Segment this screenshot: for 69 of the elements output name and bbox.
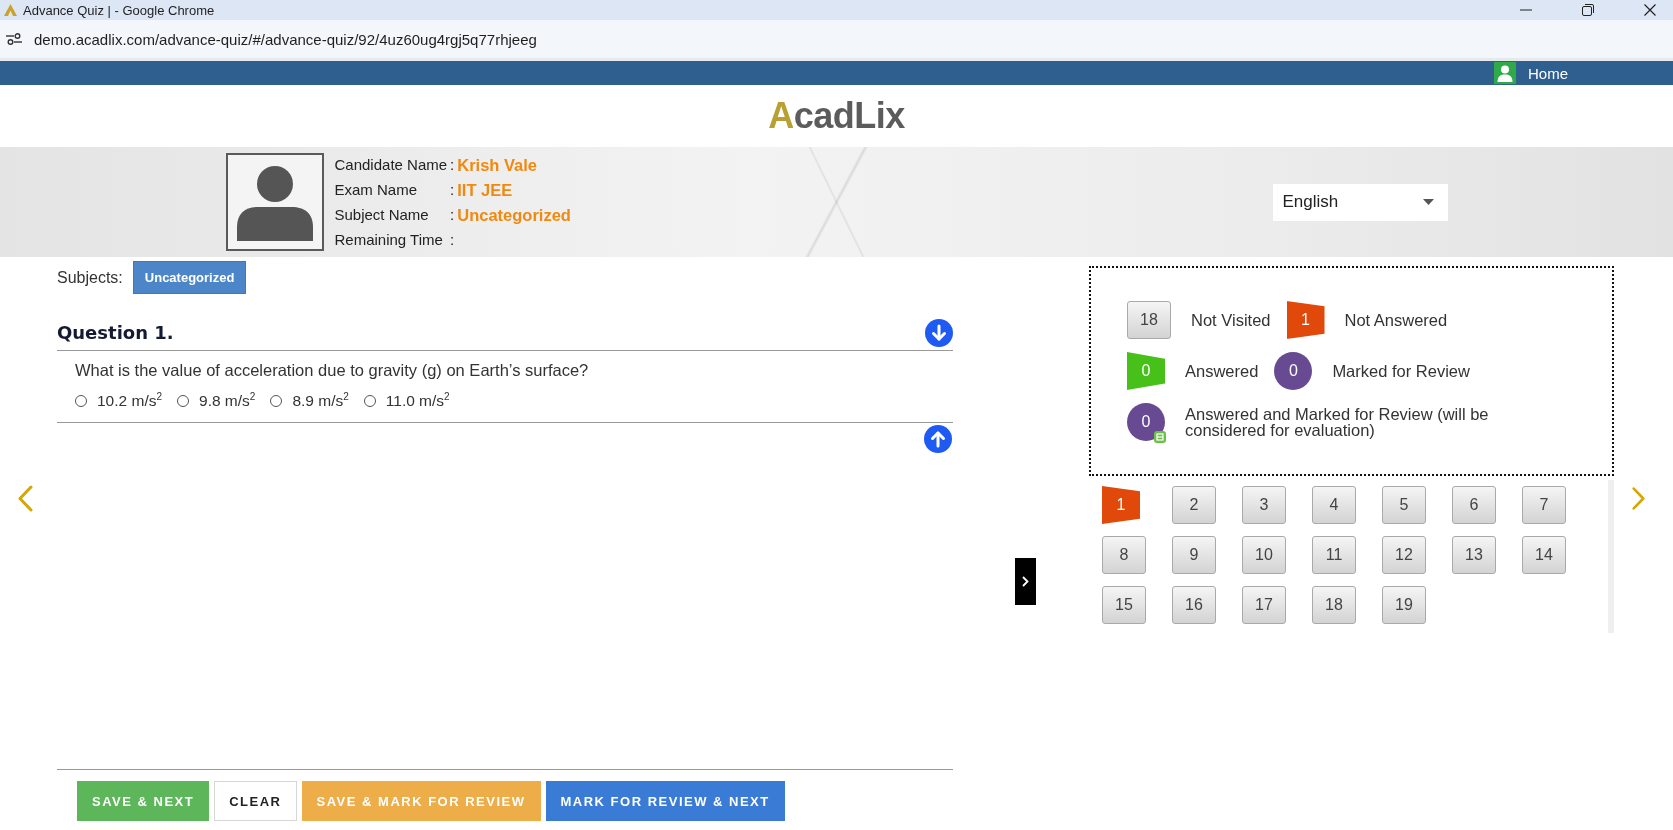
review-marker: 0 — [1274, 352, 1313, 390]
field-value: Uncategorized — [457, 204, 571, 225]
question-number-button[interactable]: 4 — [1312, 486, 1356, 524]
legend-label: Marked for Review — [1332, 363, 1470, 379]
chevron-right-icon — [1022, 576, 1029, 587]
clear-button[interactable]: CLEAR — [214, 781, 297, 821]
question-title: Question 1. — [57, 322, 174, 343]
question-number-button[interactable]: 1 — [1102, 486, 1140, 524]
question-number-button[interactable]: 5 — [1382, 486, 1426, 524]
question-number-button[interactable]: 13 — [1452, 536, 1496, 574]
answered-review-marker: 0 — [1127, 403, 1165, 441]
legend-label: Answered — [1185, 363, 1259, 379]
question-number-button[interactable]: 16 — [1172, 586, 1216, 624]
field-separator: : — [450, 229, 455, 250]
radio-button[interactable] — [75, 395, 87, 407]
question-number-button[interactable]: 12 — [1382, 536, 1426, 574]
not-visited-marker: 18 — [1127, 301, 1171, 339]
badge-icon — [1154, 431, 1166, 443]
home-link[interactable]: Home — [1494, 61, 1568, 85]
radio-button[interactable] — [177, 395, 189, 407]
answered-marker: 0 — [1127, 352, 1165, 390]
field-separator: : — [450, 179, 455, 200]
field-value: Krish Vale — [457, 154, 539, 175]
subject-tab[interactable]: Uncategorized — [132, 261, 247, 294]
field-separator: : — [450, 204, 455, 225]
field-label: Candidate Name — [334, 154, 448, 175]
question-number-button[interactable]: 3 — [1242, 486, 1286, 524]
not-answered-marker: 1 — [1286, 301, 1325, 339]
field-value: IIT JEE — [457, 179, 514, 200]
radio-button[interactable] — [270, 395, 283, 407]
question-number-button[interactable]: 18 — [1312, 586, 1356, 624]
radio-button[interactable] — [363, 395, 376, 407]
close-icon[interactable] — [1644, 4, 1656, 16]
question-number-button[interactable]: 7 — [1522, 486, 1566, 524]
question-number-button[interactable]: 17 — [1242, 586, 1286, 624]
question-text: What is the value of acceleration due to gravity (g) on Earth’s surface? — [75, 360, 590, 380]
legend-label: Not Visited — [1191, 312, 1271, 328]
field-separator: : — [450, 154, 455, 175]
option-label[interactable]: 9.8 m/s$^{2}$ — [199, 391, 256, 411]
restore-icon[interactable] — [1582, 4, 1594, 16]
question-number-button[interactable]: 10 — [1242, 536, 1286, 574]
field-label: Remaining Time — [334, 229, 444, 250]
triangle-logo-icon — [4, 4, 17, 16]
legend-label: Answered and Marked for Review (will be considered for evaluation) — [1185, 406, 1490, 438]
question-number-button[interactable]: 2 — [1172, 486, 1216, 524]
site-settings-icon[interactable] — [6, 33, 22, 45]
option-label[interactable]: 8.9 m/s$^{2}$ — [292, 391, 349, 411]
question-number-button[interactable]: 6 — [1452, 486, 1496, 524]
mark-review-next-button[interactable]: MARK FOR REVIEW & NEXT — [545, 781, 785, 821]
window-title: Advance Quiz | - Google Chrome — [23, 2, 215, 18]
question-number-button[interactable]: 8 — [1102, 536, 1146, 574]
panel-toggle-button[interactable] — [1015, 558, 1036, 605]
question-number-button[interactable]: 15 — [1102, 586, 1146, 624]
question-number-button[interactable]: 19 — [1382, 586, 1426, 624]
field-label: Exam Name — [334, 179, 419, 200]
arrow-up-circle-icon[interactable] — [924, 425, 952, 453]
caret-down-icon — [1422, 199, 1434, 205]
question-number-button[interactable]: 14 — [1522, 536, 1566, 574]
option-label[interactable]: 10.2 m/s$^{2}$ — [97, 391, 162, 411]
acadlix-logo: AcadLix — [768, 96, 905, 136]
question-number-button[interactable]: 9 — [1172, 536, 1216, 574]
legend-label: Not Answered — [1344, 312, 1448, 328]
user-icon — [1494, 62, 1516, 84]
arrow-down-circle-icon[interactable] — [925, 318, 953, 347]
subjects-label: Subjects: — [57, 268, 123, 287]
language-select[interactable]: English — [1272, 183, 1448, 221]
question-number-button[interactable]: 11 — [1312, 536, 1356, 574]
option-label[interactable]: 11.0 m/s$^{2}$ — [385, 391, 450, 411]
field-label: Subject Name — [334, 204, 430, 225]
